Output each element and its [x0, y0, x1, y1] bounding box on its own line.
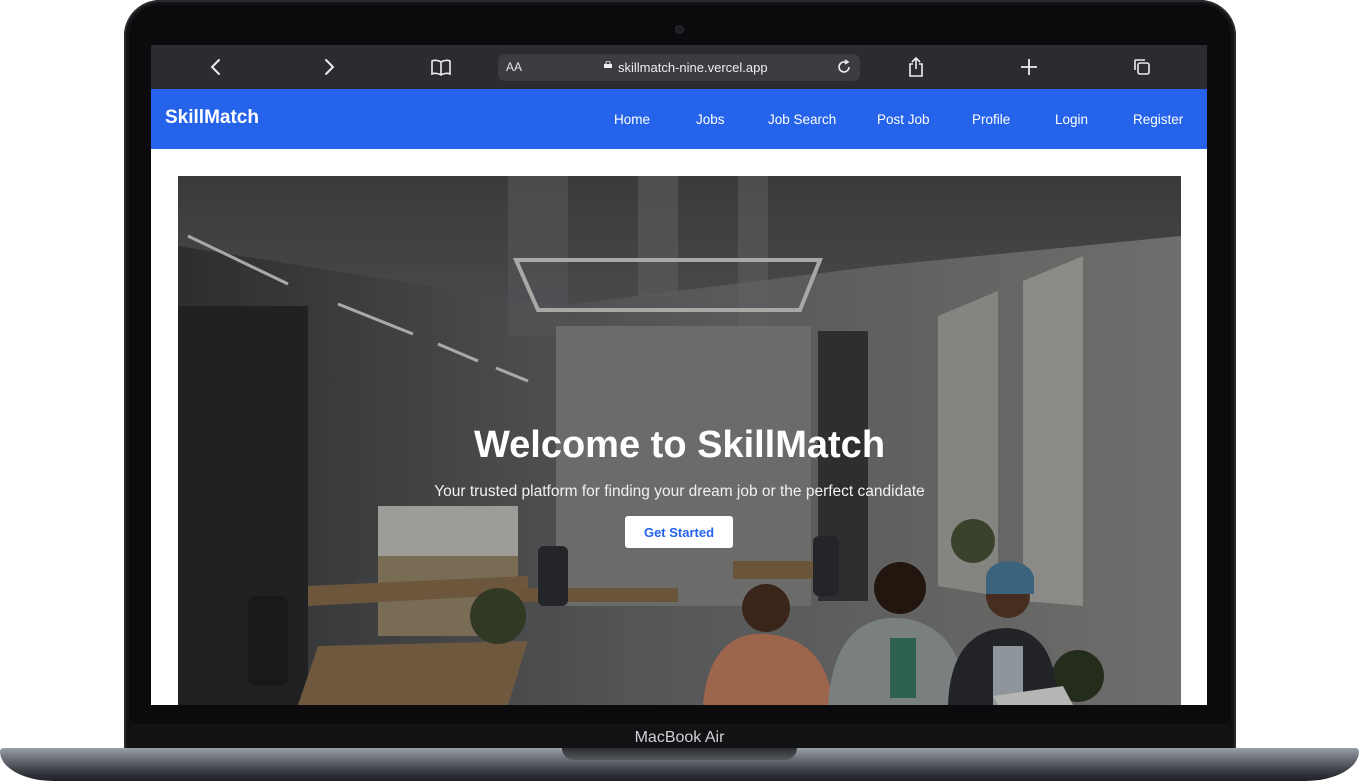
forward-icon[interactable]	[317, 55, 341, 79]
lock-icon	[604, 61, 612, 68]
tabs-icon[interactable]	[1130, 55, 1154, 79]
brand-logo[interactable]: SkillMatch	[165, 107, 259, 129]
hero-section: Welcome to SkillMatch Your trusted platf…	[178, 176, 1181, 705]
hero-title: Welcome to SkillMatch	[473, 424, 886, 466]
get-started-button[interactable]: Get Started	[625, 516, 733, 548]
nav-jobs[interactable]: Jobs	[696, 112, 725, 127]
site-navbar: SkillMatch Home Jobs Job Search Post Job…	[151, 89, 1207, 149]
reload-icon[interactable]	[834, 57, 854, 77]
nav-register[interactable]: Register	[1133, 112, 1183, 127]
bookmarks-icon[interactable]	[429, 55, 453, 79]
back-icon[interactable]	[204, 55, 228, 79]
nav-post-job[interactable]: Post Job	[877, 112, 930, 127]
nav-profile[interactable]: Profile	[972, 112, 1010, 127]
hero-subtitle: Your trusted platform for finding your d…	[434, 483, 925, 500]
nav-home[interactable]: Home	[614, 112, 650, 127]
browser-screen: AA skillmatch-nine.vercel.app SkillMatch…	[151, 45, 1207, 705]
url-text: skillmatch-nine.vercel.app	[618, 60, 768, 75]
browser-toolbar: AA skillmatch-nine.vercel.app	[151, 45, 1207, 89]
share-icon[interactable]	[904, 55, 928, 79]
text-size-button[interactable]: AA	[506, 60, 522, 74]
nav-job-search[interactable]: Job Search	[768, 112, 836, 127]
address-bar[interactable]: AA skillmatch-nine.vercel.app	[498, 54, 860, 81]
laptop-opening-notch	[562, 748, 797, 760]
nav-login[interactable]: Login	[1055, 112, 1088, 127]
new-tab-icon[interactable]	[1017, 55, 1041, 79]
camera-icon	[676, 26, 683, 33]
